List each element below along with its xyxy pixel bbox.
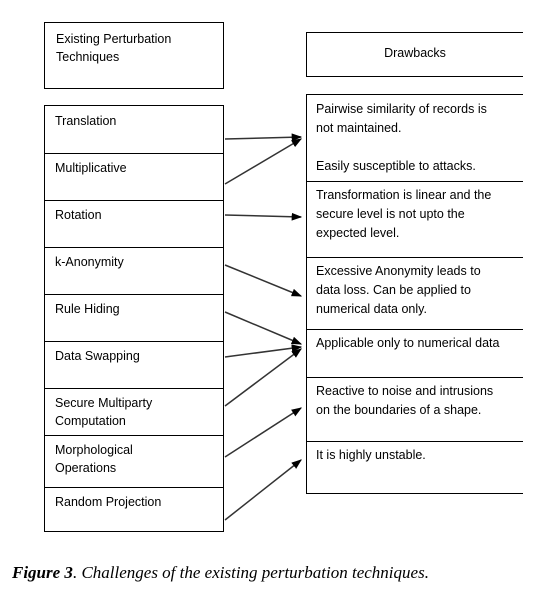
- drawback-cell-pairwise-similarity[interactable]: Pairwise similarity of records is not ma…: [307, 95, 523, 181]
- technique-label-multiplicative: Multiplicative: [55, 161, 127, 175]
- left-column-header-box: Existing Perturbation Techniques: [44, 22, 224, 89]
- technique-label-rotation: Rotation: [55, 208, 102, 222]
- technique-cell-rule-hiding[interactable]: Rule Hiding: [45, 294, 223, 341]
- technique-cell-secure-multiparty-computation[interactable]: Secure Multiparty Computation: [45, 388, 223, 435]
- technique-label-random-projection: Random Projection: [55, 495, 162, 509]
- figure-container: Existing Perturbation Techniques Transla…: [0, 0, 558, 607]
- arrow-random-projection-to-highly-unstable: [224, 459, 302, 521]
- drawback-label-pairwise-similarity: Pairwise similarity of records is not ma…: [316, 102, 487, 173]
- drawback-cell-applicable-numerical[interactable]: Applicable only to numerical data: [307, 329, 523, 377]
- drawback-label-excessive-anonymity: Excessive Anonymity leads to data loss. …: [316, 264, 481, 316]
- drawback-cell-excessive-anonymity[interactable]: Excessive Anonymity leads to data loss. …: [307, 257, 523, 329]
- drawbacks-header-label: Drawbacks: [384, 46, 446, 60]
- arrow-k-anonymity-to-excessive-anonymity: [224, 264, 303, 297]
- technique-cell-multiplicative[interactable]: Multiplicative: [45, 153, 223, 200]
- existing-perturbation-techniques-list: Translation Multiplicative Rotation k-An…: [44, 105, 224, 532]
- arrow-secure-multiparty-to-applicable-numerical: [224, 348, 302, 407]
- drawback-label-transformation-linear: Transformation is linear and the secure …: [316, 188, 492, 240]
- arrow-multiplicative-to-pairwise: [224, 138, 303, 185]
- drawback-label-reactive-noise: Reactive to noise and intrusions on the …: [316, 384, 494, 417]
- technique-cell-k-anonymity[interactable]: k-Anonymity: [45, 247, 223, 294]
- technique-label-data-swapping: Data Swapping: [55, 349, 140, 363]
- technique-cell-data-swapping[interactable]: Data Swapping: [45, 341, 223, 388]
- figure-caption: Figure 3. Challenges of the existing per…: [12, 563, 552, 583]
- drawback-label-highly-unstable: It is highly unstable.: [316, 448, 426, 462]
- arrow-translation-to-pairwise: [224, 133, 303, 142]
- drawback-cell-transformation-linear[interactable]: Transformation is linear and the secure …: [307, 181, 523, 257]
- drawback-label-applicable-numerical: Applicable only to numerical data: [316, 336, 500, 350]
- drawbacks-list: Pairwise similarity of records is not ma…: [306, 94, 523, 494]
- technique-label-k-anonymity: k-Anonymity: [55, 255, 124, 269]
- technique-label-rule-hiding: Rule Hiding: [55, 302, 120, 316]
- technique-label-secure-multiparty-computation: Secure Multiparty Computation: [55, 396, 153, 428]
- arrow-rule-hiding-to-applicable-numerical: [224, 311, 303, 345]
- drawbacks-header-box: Drawbacks: [306, 32, 523, 77]
- arrow-rotation-to-transformation: [224, 212, 303, 221]
- technique-cell-translation[interactable]: Translation: [45, 106, 223, 153]
- drawback-cell-highly-unstable[interactable]: It is highly unstable.: [307, 441, 523, 495]
- technique-cell-random-projection[interactable]: Random Projection: [45, 487, 223, 533]
- arrow-data-swapping-to-applicable-numerical: [224, 344, 303, 358]
- technique-label-morphological-operations: Morphological Operations: [55, 443, 133, 475]
- figure-caption-body: Challenges of the existing perturbation …: [81, 563, 429, 582]
- drawback-cell-reactive-noise[interactable]: Reactive to noise and intrusions on the …: [307, 377, 523, 441]
- technique-cell-rotation[interactable]: Rotation: [45, 200, 223, 247]
- technique-cell-morphological-operations[interactable]: Morphological Operations: [45, 435, 223, 487]
- left-column-header-label: Existing Perturbation Techniques: [56, 32, 172, 64]
- arrow-morphological-to-reactive-noise: [224, 407, 303, 458]
- figure-caption-label: Figure 3: [12, 563, 73, 582]
- technique-label-translation: Translation: [55, 114, 117, 128]
